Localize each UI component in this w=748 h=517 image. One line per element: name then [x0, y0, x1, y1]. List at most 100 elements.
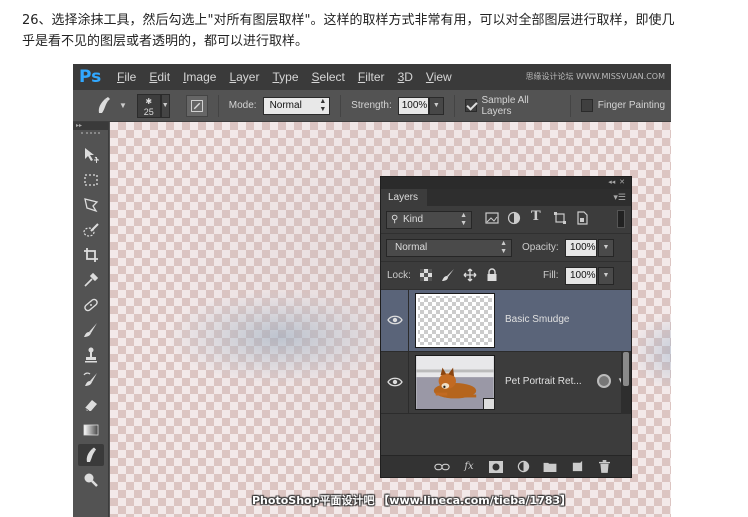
image-filter-icon[interactable]	[485, 211, 499, 225]
separator	[453, 94, 455, 117]
type-filter-icon[interactable]: T	[531, 209, 545, 224]
lock-image-pixels-icon[interactable]	[441, 268, 455, 282]
opacity-dropdown[interactable]: ▼	[598, 239, 614, 257]
history-brush-icon	[83, 372, 97, 386]
layer-row-pet-portrait[interactable]: Pet Portrait Ret... ▼	[381, 352, 631, 414]
history-brush-tool[interactable]	[78, 369, 104, 391]
brush-size-picker[interactable]: ✱ 25	[136, 93, 161, 118]
scrollbar-thumb[interactable]	[623, 352, 629, 386]
layers-footer: fx	[381, 455, 631, 477]
marquee-icon	[84, 174, 98, 186]
options-bar: ▼ ✱ 25 ▼ Mode: Normal ▲ ▼ Strength: 100% …	[73, 90, 671, 122]
tab-layers[interactable]: Layers	[381, 189, 427, 206]
panel-grip[interactable]	[81, 132, 100, 140]
eraser-tool[interactable]	[78, 394, 104, 416]
crop-icon	[84, 248, 98, 262]
trash-icon[interactable]	[595, 460, 613, 474]
layers-scrollbar[interactable]	[621, 352, 631, 414]
finger-painting-label[interactable]: Finger Painting	[598, 100, 665, 111]
opacity-label: Opacity:	[522, 242, 559, 253]
eyedropper-tool[interactable]	[78, 269, 104, 291]
adjustment-filter-icon[interactable]	[507, 211, 521, 225]
menu-image[interactable]: Image	[183, 70, 216, 84]
gradient-tool[interactable]	[78, 419, 104, 441]
brush-tool[interactable]	[78, 319, 104, 341]
menu-edit[interactable]: Edit	[149, 70, 170, 84]
adjustment-layer-icon[interactable]	[514, 460, 532, 474]
add-mask-icon[interactable]	[487, 460, 505, 474]
visibility-toggle[interactable]	[381, 290, 409, 352]
move-icon	[85, 148, 99, 163]
sample-all-layers-label[interactable]: Sample All Layers	[482, 95, 554, 117]
watermark-top: 思缘设计论坛 WWW.MISSVUAN.COM	[525, 72, 665, 81]
fill-dropdown[interactable]: ▼	[598, 267, 614, 285]
lasso-tool[interactable]	[78, 194, 104, 216]
lock-transparent-pixels-icon[interactable]	[419, 268, 433, 282]
blend-mode-select[interactable]: Normal ▲ ▼	[386, 239, 512, 257]
move-tool[interactable]	[78, 144, 104, 166]
new-layer-icon[interactable]	[568, 460, 586, 474]
tool-preset-picker[interactable]	[93, 95, 115, 117]
brush-size-dropdown[interactable]: ▼	[160, 93, 170, 118]
zoom-tool[interactable]	[78, 469, 104, 491]
shape-filter-icon[interactable]	[553, 211, 567, 225]
link-layers-icon[interactable]	[433, 460, 451, 474]
quick-selection-icon	[83, 223, 99, 237]
eye-icon	[387, 377, 403, 387]
lock-all-icon[interactable]	[485, 268, 499, 282]
smudge-tool[interactable]	[78, 444, 104, 466]
blend-mode-row: Normal ▲ ▼ Opacity: 100% ▼	[381, 234, 631, 262]
menu-view[interactable]: View	[426, 70, 452, 84]
menu-type[interactable]: Type	[272, 70, 298, 84]
lock-position-icon[interactable]	[463, 268, 477, 282]
smart-object-filter-icon[interactable]	[575, 211, 589, 225]
strength-input[interactable]: 100%	[397, 96, 429, 115]
layer-name[interactable]: Basic Smudge	[505, 314, 569, 325]
opacity-input[interactable]: 100%	[565, 239, 597, 257]
mode-select[interactable]: Normal ▲ ▼	[262, 96, 331, 115]
layer-thumbnail-transparent	[415, 293, 495, 348]
fill-value: 100%	[570, 270, 596, 281]
finger-painting-checkbox[interactable]	[580, 99, 593, 112]
collapse-panel-icon[interactable]: ▸▸	[73, 122, 108, 130]
filter-kind-select[interactable]: ⚲ Kind ▲ ▼	[386, 211, 472, 229]
quick-selection-tool[interactable]	[78, 219, 104, 241]
layer-row-basic-smudge[interactable]: Basic Smudge	[381, 290, 631, 352]
folder-icon[interactable]	[541, 460, 559, 474]
crop-tool[interactable]	[78, 244, 104, 266]
layers-empty-area	[381, 414, 631, 454]
chevron-down-icon[interactable]: ▼	[119, 101, 127, 110]
separator	[569, 94, 571, 117]
clone-stamp-tool[interactable]	[78, 344, 104, 366]
fill-input[interactable]: 100%	[565, 267, 597, 285]
mode-value: Normal	[269, 99, 302, 111]
eye-icon	[387, 315, 403, 325]
opacity-value: 100%	[570, 242, 596, 253]
brush-panel-icon	[190, 99, 203, 112]
marquee-tool[interactable]	[78, 169, 104, 191]
mode-label: Mode:	[228, 100, 257, 111]
menu-file[interactable]: File	[117, 70, 136, 84]
layer-name[interactable]: Pet Portrait Ret...	[505, 376, 582, 387]
menu-select[interactable]: Select	[312, 70, 345, 84]
faint-eye-left	[170, 292, 390, 382]
close-icon[interactable]: ✕	[619, 179, 625, 186]
fx-icon[interactable]: fx	[460, 460, 478, 474]
menu-3d[interactable]: 3D	[398, 70, 413, 84]
collapse-icon[interactable]: ◂◂	[608, 179, 615, 186]
panel-menu-icon[interactable]: ▾☰	[613, 192, 626, 203]
healing-brush-tool[interactable]	[78, 294, 104, 316]
menu-layer[interactable]: Layer	[229, 70, 259, 84]
menu-filter[interactable]: Filter	[358, 70, 385, 84]
brush-panel-toggle[interactable]	[185, 94, 208, 117]
updown-arrows-icon: ▲ ▼	[500, 240, 507, 255]
separator	[340, 94, 342, 117]
panel-titlebar[interactable]: ◂◂ ✕	[381, 177, 631, 189]
filter-toggle-switch[interactable]	[617, 210, 625, 228]
visibility-toggle[interactable]	[381, 352, 409, 414]
sample-all-layers-checkbox[interactable]	[464, 99, 477, 112]
strength-dropdown[interactable]: ▼	[428, 96, 444, 115]
caption-line-2: 乎是看不见的图层或者透明的，都可以进行取样。	[22, 34, 309, 49]
bandage-icon	[84, 298, 98, 312]
layer-effects-icon[interactable]	[597, 374, 611, 388]
